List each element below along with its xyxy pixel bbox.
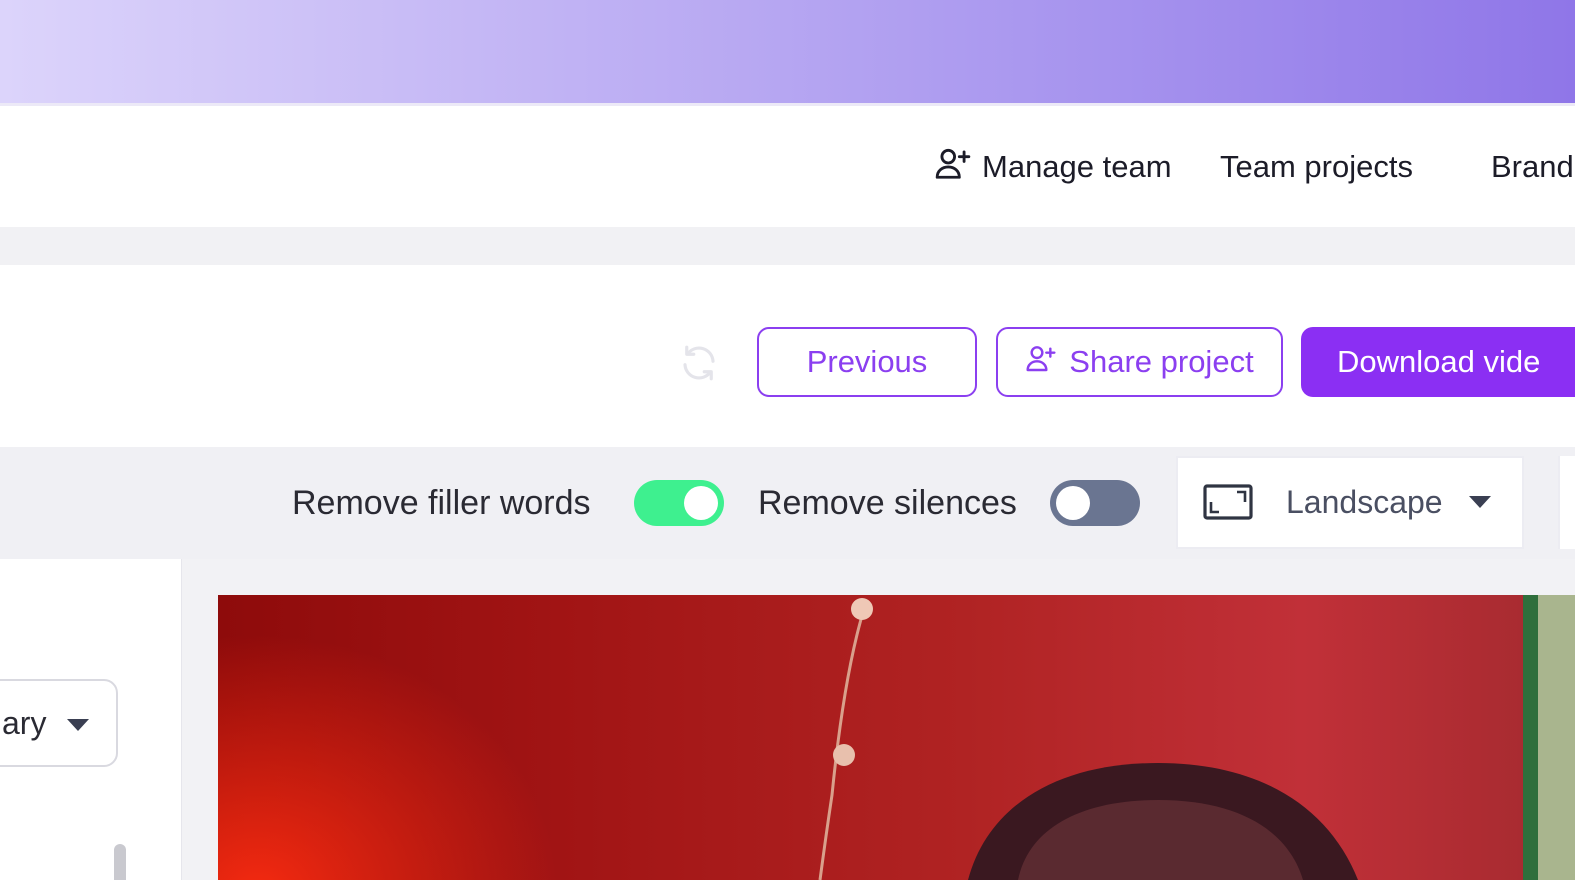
remove-filler-words-label: Remove filler words bbox=[292, 483, 591, 522]
editing-toolbar: Remove filler words Remove silences Land… bbox=[0, 447, 1575, 561]
remove-filler-words-toggle[interactable] bbox=[634, 480, 724, 526]
left-panel-select[interactable]: ary bbox=[0, 679, 118, 767]
aspect-ratio-value: Landscape bbox=[1286, 484, 1443, 520]
project-actions-bar: Previous Share project Download vide bbox=[0, 265, 1575, 447]
top-banner bbox=[0, 0, 1575, 106]
left-panel: ary bbox=[0, 559, 183, 880]
toggle-knob bbox=[684, 486, 718, 520]
previous-label: Previous bbox=[806, 344, 928, 379]
team-projects-link[interactable]: Team projects bbox=[1220, 106, 1413, 227]
manage-team-label: Manage team bbox=[982, 148, 1172, 184]
download-video-label: Download vide bbox=[1337, 344, 1541, 379]
section-divider bbox=[0, 227, 1575, 265]
user-plus-icon bbox=[1025, 342, 1057, 382]
toolbar-next-control[interactable] bbox=[1558, 456, 1575, 549]
toggle-knob bbox=[1056, 486, 1090, 520]
download-video-button[interactable]: Download vide bbox=[1301, 327, 1575, 397]
left-panel-select-value: ary bbox=[2, 704, 47, 741]
brand-link[interactable]: Brand bbox=[1491, 106, 1574, 227]
brand-label: Brand bbox=[1491, 148, 1574, 184]
aspect-ratio-icon bbox=[1203, 484, 1253, 520]
top-navigation: Manage team Team projects Brand bbox=[0, 106, 1575, 227]
video-preview[interactable] bbox=[218, 595, 1575, 880]
share-project-label: Share project bbox=[1069, 344, 1254, 379]
app-window: Manage team Team projects Brand Previous bbox=[0, 0, 1575, 880]
share-project-button[interactable]: Share project bbox=[996, 327, 1283, 397]
previous-button[interactable]: Previous bbox=[757, 327, 977, 397]
chevron-down-icon bbox=[66, 717, 90, 733]
manage-team-link[interactable]: Manage team bbox=[934, 106, 1172, 227]
remove-silences-label: Remove silences bbox=[758, 483, 1017, 522]
scrollbar-thumb[interactable] bbox=[114, 844, 126, 880]
remove-silences-toggle[interactable] bbox=[1050, 480, 1140, 526]
refresh-icon[interactable] bbox=[678, 342, 720, 384]
chevron-down-icon bbox=[1468, 494, 1492, 510]
user-plus-icon bbox=[934, 144, 972, 190]
video-frame-image bbox=[818, 595, 1575, 880]
team-projects-label: Team projects bbox=[1220, 148, 1413, 184]
aspect-ratio-select[interactable]: Landscape bbox=[1176, 456, 1524, 549]
video-preview-area bbox=[182, 559, 1575, 880]
